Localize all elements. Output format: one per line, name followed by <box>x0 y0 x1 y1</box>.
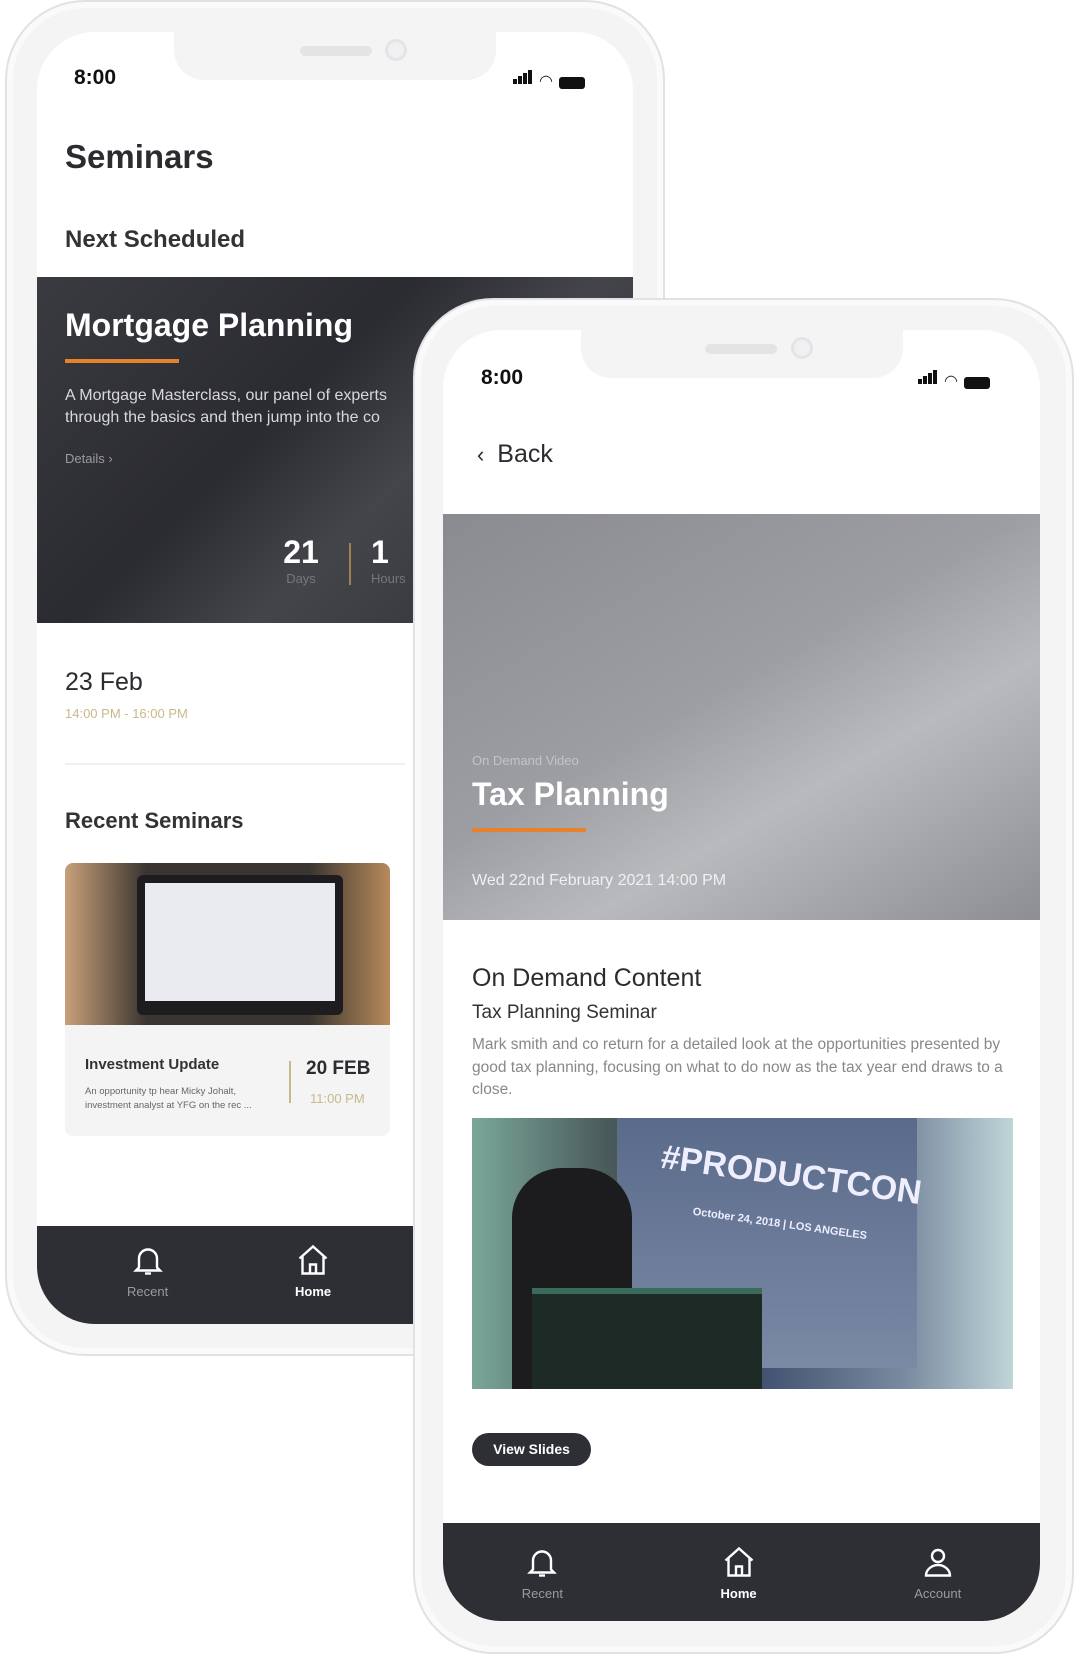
nav-label: Home <box>720 1585 757 1601</box>
podium <box>532 1288 762 1389</box>
home-icon <box>724 1546 753 1577</box>
next-time: 14:00 PM - 16:00 PM <box>65 706 188 721</box>
home-icon <box>298 1244 328 1275</box>
card-description-line: investment analyst at YFG on the rec ... <box>85 1100 252 1111</box>
hero-description: A Mortgage Masterclass, our panel of exp… <box>65 385 387 429</box>
hero-description-line: through the basics and then jump into th… <box>65 409 380 426</box>
divider <box>65 763 405 765</box>
video-player[interactable]: #PRODUCTCON October 24, 2018 | LOS ANGEL… <box>472 1118 1013 1389</box>
status-time: 8:00 <box>74 66 117 89</box>
hero-description-line: A Mortgage Masterclass, our panel of exp… <box>65 387 387 404</box>
status-icons: ◠ <box>513 70 585 90</box>
nav-recent[interactable]: Recent <box>127 1242 168 1299</box>
hero-title: Tax Planning <box>472 776 669 812</box>
card-divider <box>289 1061 291 1103</box>
card-time: 11:00 PM <box>310 1091 365 1106</box>
recent-seminar-card[interactable]: Investment Update An opportunity tp hear… <box>65 863 390 1136</box>
countdown-value: 1 <box>371 534 389 570</box>
nav-home[interactable]: Home <box>721 1544 757 1601</box>
card-title: Investment Update <box>85 1056 220 1073</box>
countdown-unit: Hours <box>371 571 406 586</box>
nav-label: Recent <box>127 1284 169 1299</box>
hero-kicker: On Demand Video <box>472 753 579 768</box>
next-date: 23 Feb <box>65 668 143 696</box>
accent-underline <box>472 828 586 832</box>
details-link[interactable]: Details › <box>65 451 113 466</box>
wifi-icon: ◠ <box>944 373 958 390</box>
wifi-icon: ◠ <box>539 73 553 90</box>
countdown-value: 21 <box>283 534 319 570</box>
nav-recent[interactable]: Recent <box>522 1544 563 1601</box>
countdown-unit: Days <box>286 571 316 586</box>
nav-label: Recent <box>521 1585 563 1601</box>
view-slides-button[interactable]: View Slides <box>472 1433 591 1466</box>
nav-label: Account <box>914 1585 962 1601</box>
bell-icon <box>132 1248 163 1275</box>
battery-icon <box>963 377 990 389</box>
card-description-line: An opportunity tp hear Micky Johalt, <box>85 1086 237 1097</box>
seminar-description: Mark smith and co return for a detailed … <box>472 1036 1003 1098</box>
signal-icon <box>918 370 938 389</box>
chevron-left-icon: ‹ <box>477 442 485 467</box>
back-button[interactable]: ‹ Back <box>477 440 553 469</box>
card-date: 20 FEB <box>306 1058 371 1079</box>
laptop-image <box>65 863 390 1025</box>
status-icons: ◠ <box>918 370 990 390</box>
chevron-right-icon: › <box>108 451 113 466</box>
next-scheduled-heading: Next Scheduled <box>65 226 246 253</box>
page-title: Seminars <box>65 138 214 175</box>
status-time: 8:00 <box>481 366 524 389</box>
accent-underline <box>65 359 179 363</box>
countdown-days: 21 Days <box>281 534 321 586</box>
front-phone-screen: 8:00 ◠ ‹ Back On Demand Video Tax Planni… <box>443 330 1040 1621</box>
seminar-subtitle: Tax Planning Seminar <box>472 1002 657 1023</box>
countdown-divider <box>349 543 351 585</box>
signal-icon <box>513 70 533 89</box>
card-description: An opportunity tp hear Micky Johalt, inv… <box>85 1085 252 1113</box>
recent-seminars-heading: Recent Seminars <box>65 808 244 833</box>
nav-home[interactable]: Home <box>295 1242 331 1299</box>
battery-icon <box>558 77 585 89</box>
bottom-nav: Recent Home Account <box>443 1523 1040 1621</box>
nav-account[interactable]: Account <box>914 1544 961 1601</box>
countdown-hours: 1 Hours <box>371 534 411 586</box>
nav-label: Home <box>295 1284 332 1299</box>
section-title: On Demand Content <box>472 964 702 992</box>
hero-date: Wed 22nd February 2021 14:00 PM <box>472 872 727 889</box>
details-label: Details <box>65 451 105 466</box>
back-label: Back <box>497 440 553 468</box>
user-icon <box>924 1548 951 1577</box>
video-hero: On Demand Video Tax Planning Wed 22nd Fe… <box>443 514 1040 920</box>
bell-icon <box>527 1549 558 1577</box>
hero-title: Mortgage Planning <box>65 307 353 343</box>
